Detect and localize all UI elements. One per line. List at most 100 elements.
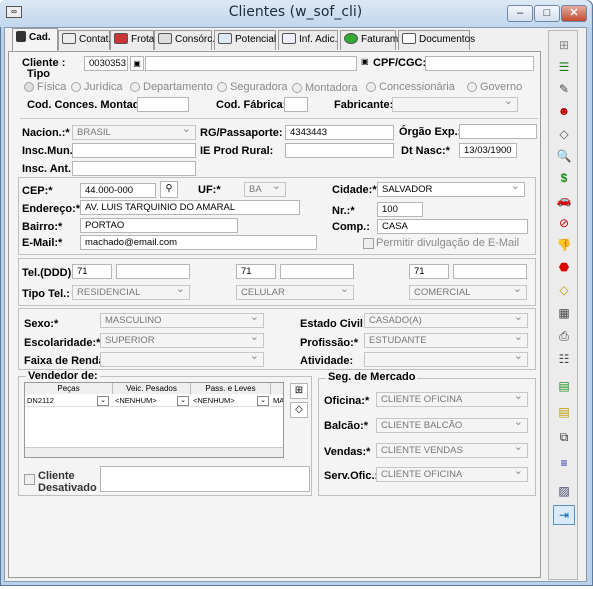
civil-select[interactable]: CASADO(A) [364, 313, 528, 328]
tel2-ddd[interactable]: 71 [236, 264, 276, 279]
renda-select[interactable] [100, 352, 264, 367]
chevron-down-icon[interactable]: ⌄ [97, 396, 109, 406]
ativ-select[interactable] [364, 352, 528, 367]
lookup-icon[interactable]: ▣ [130, 56, 144, 71]
grid-header-ma[interactable] [271, 383, 283, 394]
radio-seguradora[interactable] [217, 82, 227, 92]
calculator-icon[interactable]: ▦ [553, 303, 575, 323]
eraser-icon[interactable]: ◇ [290, 402, 308, 418]
grid-header-pecas[interactable]: Peças [25, 383, 113, 394]
photo-icon[interactable]: ▨ [553, 481, 575, 501]
radio-juridica[interactable] [71, 82, 81, 92]
tel3-number[interactable] [453, 264, 527, 279]
tel3-ddd[interactable]: 71 [409, 264, 449, 279]
maximize-button[interactable]: □ [534, 5, 560, 22]
civil-label: Estado Civil:* [300, 318, 371, 330]
tab-documentos[interactable]: Documentos [398, 30, 475, 50]
tel3-type-select[interactable]: COMERCIAL [409, 285, 527, 300]
nacion-select[interactable]: BRASIL [72, 125, 196, 140]
inscant-field[interactable] [72, 161, 196, 176]
permitir-checkbox[interactable] [363, 238, 374, 249]
dtnasc-field[interactable]: 13/03/1900 [459, 143, 517, 158]
fabricante-select[interactable] [392, 97, 518, 112]
thumbs-down-icon[interactable]: 👎 [553, 235, 575, 255]
money-bag-icon[interactable]: $ [553, 168, 575, 188]
ieprod-field[interactable] [285, 143, 394, 158]
cidade-select[interactable]: SALVADOR [377, 182, 525, 197]
vendas-select[interactable]: CLIENTE VENDAS [376, 443, 528, 458]
inscmun-field[interactable] [72, 143, 196, 158]
tel1-type-select[interactable]: RESIDENCIAL [72, 285, 190, 300]
doc-green-icon[interactable]: ▤ [553, 376, 575, 396]
align-icon[interactable]: ≡ [553, 453, 575, 473]
print-icon[interactable]: ⎙ [553, 326, 575, 346]
radio-fisica[interactable] [24, 82, 34, 92]
tel1-number[interactable] [116, 264, 190, 279]
tab-potencial[interactable]: Potencial [214, 30, 276, 50]
rg-field[interactable]: 4343443 [285, 125, 394, 140]
servofic-select[interactable]: CLIENTE OFICINA [376, 467, 528, 482]
desativado-field[interactable] [100, 466, 310, 492]
close-button[interactable]: ✕ [561, 5, 587, 22]
radio-departamento[interactable] [130, 82, 140, 92]
cpf-field[interactable] [425, 56, 534, 71]
cep-search-icon[interactable]: ⚲ [160, 181, 178, 198]
list-icon[interactable]: ☰ [553, 57, 575, 77]
user-icon[interactable]: ☻ [553, 101, 575, 121]
cell-ma[interactable]: MA [271, 395, 283, 407]
chevron-down-icon[interactable]: ⌄ [257, 396, 269, 406]
tel2-number[interactable] [280, 264, 354, 279]
endereco-field[interactable]: AV. LUIS TARQUINIO DO AMARAL [80, 200, 300, 215]
desativado-checkbox[interactable] [24, 474, 35, 485]
conces-field[interactable] [137, 97, 189, 112]
fabrica-field[interactable] [284, 97, 308, 112]
doc-yellow-icon[interactable]: ▤ [553, 402, 575, 422]
tab-faturam[interactable]: Faturam. [340, 30, 401, 50]
grid-header-leves[interactable]: Pass. e Leves [191, 383, 271, 394]
oficina-select[interactable]: CLIENTE OFICINA [376, 392, 528, 407]
tab-contat[interactable]: Contat. [58, 30, 111, 50]
escol-label: Escolaridade:* [24, 337, 101, 349]
car-icon[interactable]: 🚗 [553, 190, 575, 210]
stop-icon[interactable]: ⬣ [553, 257, 575, 277]
radio-concessionaria[interactable] [366, 82, 376, 92]
eraser-icon[interactable]: ◇ [553, 124, 575, 144]
edit-icon[interactable]: ✎ [553, 79, 575, 99]
chevron-down-icon[interactable]: ⌄ [177, 396, 189, 406]
prof-select[interactable]: ESTUDANTE [364, 333, 528, 348]
horizontal-scrollbar[interactable] [25, 447, 283, 457]
minimize-button[interactable]: – [507, 5, 533, 22]
sexo-select[interactable]: MASCULINO [100, 313, 264, 328]
orgao-field[interactable] [459, 124, 537, 139]
grid-icon[interactable]: ⊞ [553, 35, 575, 55]
preview-icon[interactable]: 🔍 [553, 146, 575, 166]
nr-label: Nr.:* [332, 205, 355, 217]
no-icon[interactable]: ⊘ [553, 213, 575, 233]
tab-inf-adic[interactable]: Inf. Adic. [278, 30, 338, 50]
add-row-icon[interactable]: ⊞ [290, 383, 308, 399]
tel2-type-select[interactable]: CELULAR [236, 285, 354, 300]
tab-frota[interactable]: Frota [110, 30, 154, 50]
cep-field[interactable]: 44.000-000 [80, 183, 156, 198]
uf-select[interactable]: BA [244, 182, 286, 197]
cliente-code-field[interactable]: 0030353 [84, 56, 128, 71]
email-field[interactable]: machado@email.com [80, 235, 317, 250]
tab-cad[interactable]: Cad. [12, 28, 58, 52]
comp-field[interactable]: CASA [377, 219, 528, 234]
tab-consorc[interactable]: Consórc. [154, 30, 215, 50]
eraser2-icon[interactable]: ◇ [553, 280, 575, 300]
copy-icon[interactable]: ⧉ [553, 427, 575, 447]
nr-field[interactable]: 100 [377, 202, 423, 217]
tel1-ddd[interactable]: 71 [72, 264, 112, 279]
table-row[interactable]: DN2112 ⌄ <NENHUM> ⌄ <NENHUM> ⌄ MA [25, 395, 283, 407]
vendedor-grid[interactable]: Peças Veic. Pesados Pass. e Leves DN2112… [24, 382, 284, 458]
escol-select[interactable]: SUPERIOR [100, 333, 264, 348]
radio-montadora[interactable] [292, 83, 302, 93]
exit-icon[interactable]: ⇥ [553, 505, 575, 525]
bairro-field[interactable]: PORTAO [80, 218, 238, 233]
radio-governo[interactable] [467, 82, 477, 92]
balcao-select[interactable]: CLIENTE BALCÃO [376, 418, 528, 433]
group-icon[interactable]: ☷ [553, 349, 575, 369]
grid-header-pesados[interactable]: Veic. Pesados [113, 383, 191, 394]
cliente-name-field[interactable] [145, 56, 357, 71]
